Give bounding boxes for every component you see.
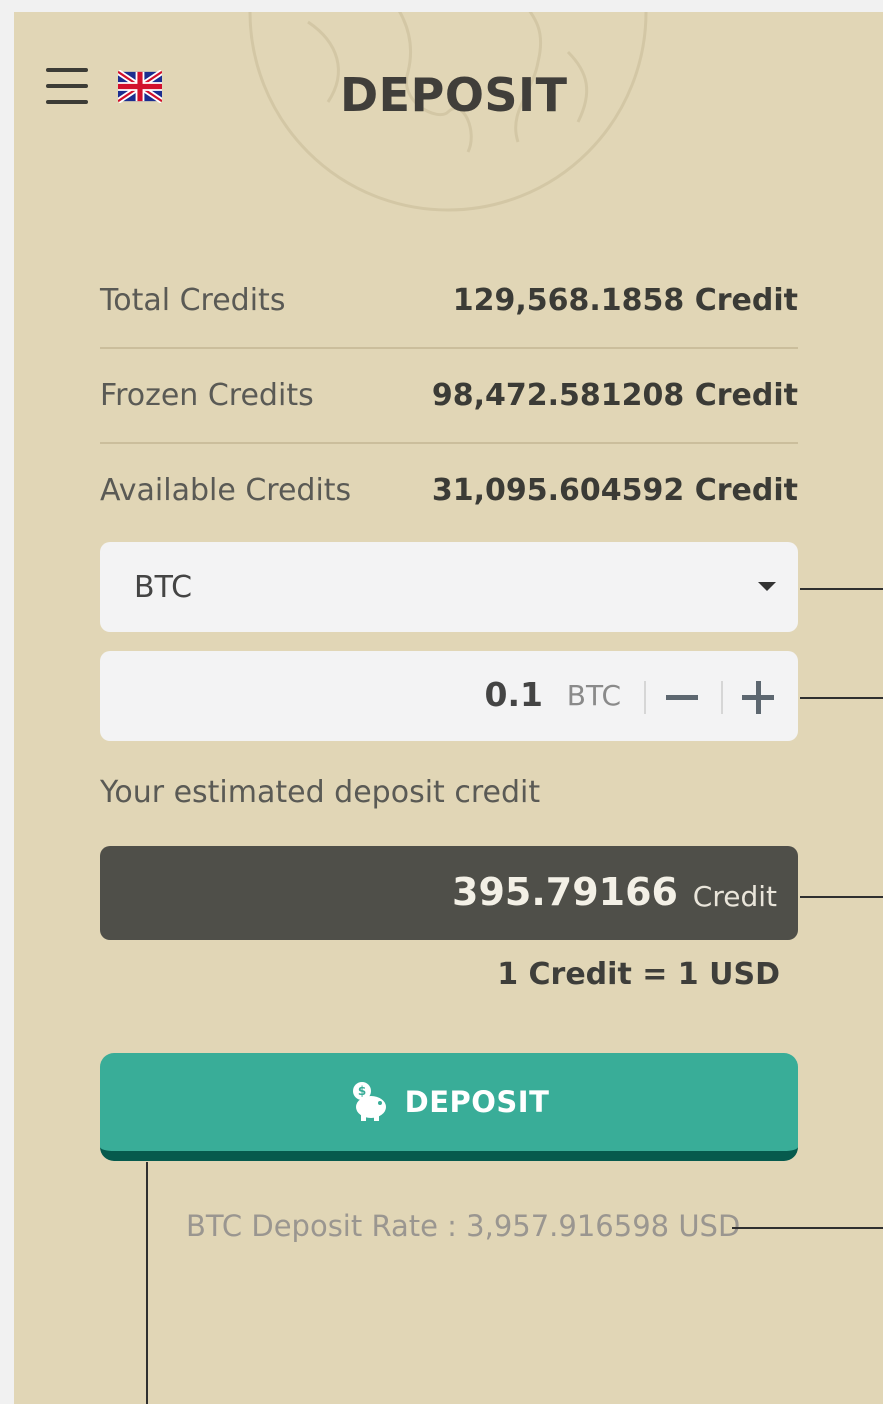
caret-down-icon: [758, 582, 776, 591]
deposit-rate: BTC Deposit Rate : 3,957.916598 USD: [186, 1209, 741, 1243]
connector-line: [146, 1162, 148, 1404]
currency-select-value: BTC: [134, 569, 193, 605]
frozen-credits-row: Frozen Credits 98,472.581208 Credit: [100, 349, 798, 444]
estimate-unit: Credit: [692, 880, 777, 913]
amount-input[interactable]: 0.1: [485, 675, 543, 714]
available-credits-label: Available Credits: [100, 473, 352, 508]
total-credits-row: Total Credits 129,568.1858 Credit: [100, 254, 798, 349]
hamburger-menu-icon[interactable]: [46, 68, 88, 104]
available-credits-row: Available Credits 31,095.604592 Credit: [100, 444, 798, 537]
estimate-value: 395.79166: [452, 870, 678, 914]
deposit-button[interactable]: $ DEPOSIT: [100, 1053, 798, 1161]
plus-icon[interactable]: [740, 671, 780, 721]
piggy-bank-icon: $: [352, 1082, 386, 1121]
total-credits-label: Total Credits: [100, 283, 286, 318]
estimate-label: Your estimated deposit credit: [100, 775, 541, 810]
estimate-display: 395.79166 Credit: [100, 846, 798, 940]
deposit-button-label: DEPOSIT: [404, 1085, 550, 1119]
deposit-panel: DEPOSIT Total Credits 129,568.1858 Credi…: [14, 12, 883, 1404]
svg-text:$: $: [357, 1084, 365, 1098]
amount-stepper[interactable]: 0.1 BTC: [100, 651, 798, 741]
connector-line: [800, 588, 883, 590]
connector-line: [800, 896, 883, 898]
frozen-credits-value: 98,472.581208 Credit: [431, 378, 798, 413]
page-title: DEPOSIT: [340, 68, 568, 122]
connector-line: [800, 697, 883, 699]
amount-unit: BTC: [566, 679, 621, 712]
total-credits-value: 129,568.1858 Credit: [452, 283, 798, 318]
minus-icon[interactable]: [664, 671, 704, 721]
credit-rate-note: 1 Credit = 1 USD: [497, 957, 780, 992]
available-credits-value: 31,095.604592 Credit: [431, 473, 798, 508]
header: DEPOSIT: [14, 12, 883, 172]
frozen-credits-label: Frozen Credits: [100, 378, 314, 413]
credit-summary: Total Credits 129,568.1858 Credit Frozen…: [100, 254, 798, 537]
stepper-divider: [721, 681, 723, 714]
uk-flag-icon[interactable]: [118, 70, 162, 103]
stepper-divider: [644, 681, 646, 714]
currency-select[interactable]: BTC: [100, 542, 798, 632]
connector-line: [732, 1227, 883, 1229]
